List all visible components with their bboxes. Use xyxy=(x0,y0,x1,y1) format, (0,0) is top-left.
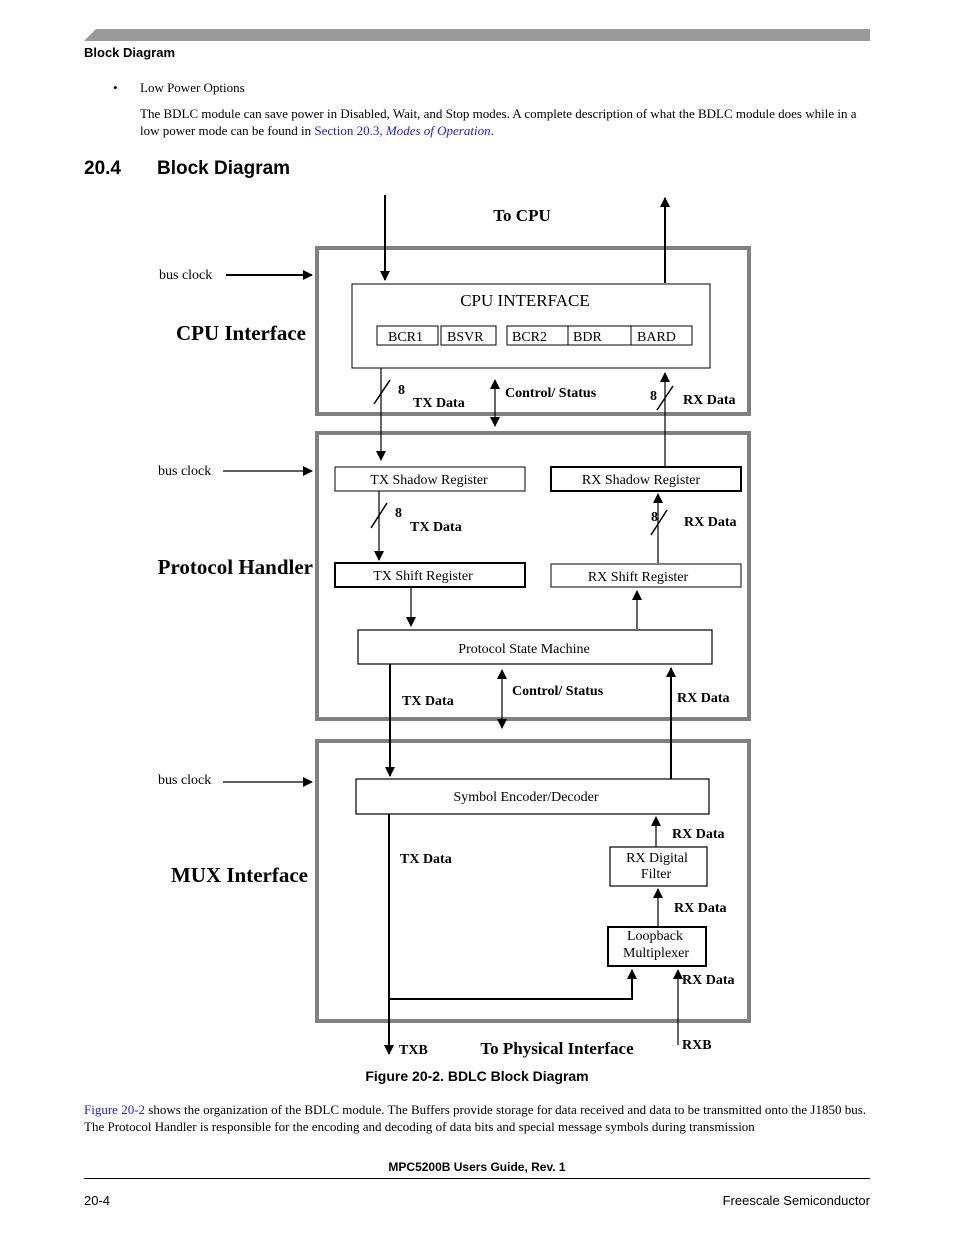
rx-digital-filter-label-1: RX Digital xyxy=(626,851,688,866)
tx-shift-register-label: TX Shift Register xyxy=(373,569,473,584)
register-bsvr-label: BSVR xyxy=(447,330,484,345)
mux-interface-label: MUX Interface xyxy=(171,863,308,887)
rx-data-label-filter: RX Data xyxy=(672,827,725,842)
txb-label: TXB xyxy=(399,1043,428,1058)
register-bcr2-label: BCR2 xyxy=(512,330,547,345)
page-number: 20-4 xyxy=(84,1193,111,1208)
cpu-interface-title: CPU INTERFACE xyxy=(460,291,590,310)
rx-digital-filter-label-2: Filter xyxy=(641,867,672,882)
to-physical-interface-label: To Physical Interface xyxy=(480,1039,634,1058)
body-text: shows the organization of the BDLC modul… xyxy=(84,1102,866,1134)
rxb-label: RXB xyxy=(682,1038,712,1053)
bus-clock-label-mux: bus clock xyxy=(158,773,211,788)
figure-caption: Figure 20-2. BDLC Block Diagram xyxy=(365,1068,589,1084)
bus-width-slash xyxy=(373,379,391,405)
to-cpu-label: To CPU xyxy=(493,206,550,225)
bus-clock-label-cpu: bus clock xyxy=(159,268,212,283)
loopback-path xyxy=(389,969,637,1000)
register-list: BCR1 BSVR BCR2 BDR BARD xyxy=(376,325,693,346)
register-bcr1-label: BCR1 xyxy=(388,330,423,345)
bus-width-label: 8 xyxy=(651,510,658,525)
rx-data-label-loopback: RX Data xyxy=(674,901,727,916)
control-status-label-cpu: Control/ Status xyxy=(505,386,597,401)
rx-shadow-register-label: RX Shadow Register xyxy=(582,473,701,488)
company-name: Freescale Semiconductor xyxy=(722,1193,870,1208)
rx-data-label-cpu: RX Data xyxy=(683,393,736,408)
rx-data-label-psm: RX Data xyxy=(677,691,730,706)
block-diagram: CPU Interface Protocol Handler MUX Inter… xyxy=(158,195,751,1058)
bus-width-label: 8 xyxy=(395,506,402,521)
tx-data-label-mux: TX Data xyxy=(400,852,452,867)
bus-width-label: 8 xyxy=(398,383,405,398)
tx-shadow-register-label: TX Shadow Register xyxy=(370,473,488,488)
control-status-label-protocol: Control/ Status xyxy=(512,684,604,699)
loopback-multiplexer-label-2: Multiplexer xyxy=(623,946,689,961)
loopback-multiplexer-label-1: Loopback xyxy=(627,929,683,944)
symbol-encoder-decoder-label: Symbol Encoder/Decoder xyxy=(453,790,598,805)
tx-data-label-cpu: TX Data xyxy=(413,396,465,411)
cpu-interface-label: CPU Interface xyxy=(176,321,306,345)
figure-link[interactable]: Figure 20-2 xyxy=(84,1102,145,1117)
register-bdr-label: BDR xyxy=(573,330,602,345)
protocol-state-machine-label: Protocol State Machine xyxy=(458,642,589,657)
bus-width-label: 8 xyxy=(650,389,657,404)
tx-data-label-protocol: TX Data xyxy=(410,520,462,535)
bus-clock-label-protocol: bus clock xyxy=(158,464,211,479)
footer-title: MPC5200B Users Guide, Rev. 1 xyxy=(388,1160,566,1174)
rx-shift-register-label: RX Shift Register xyxy=(588,570,689,585)
register-bard-label: BARD xyxy=(637,330,676,345)
body-paragraph: Figure 20-2 shows the organization of th… xyxy=(84,1101,874,1135)
tx-data-label-psm: TX Data xyxy=(402,694,454,709)
rx-data-label-rxb: RX Data xyxy=(682,973,735,988)
protocol-handler-label: Protocol Handler xyxy=(158,555,313,579)
footer-divider xyxy=(84,1178,870,1179)
rx-data-label-protocol: RX Data xyxy=(684,515,737,530)
